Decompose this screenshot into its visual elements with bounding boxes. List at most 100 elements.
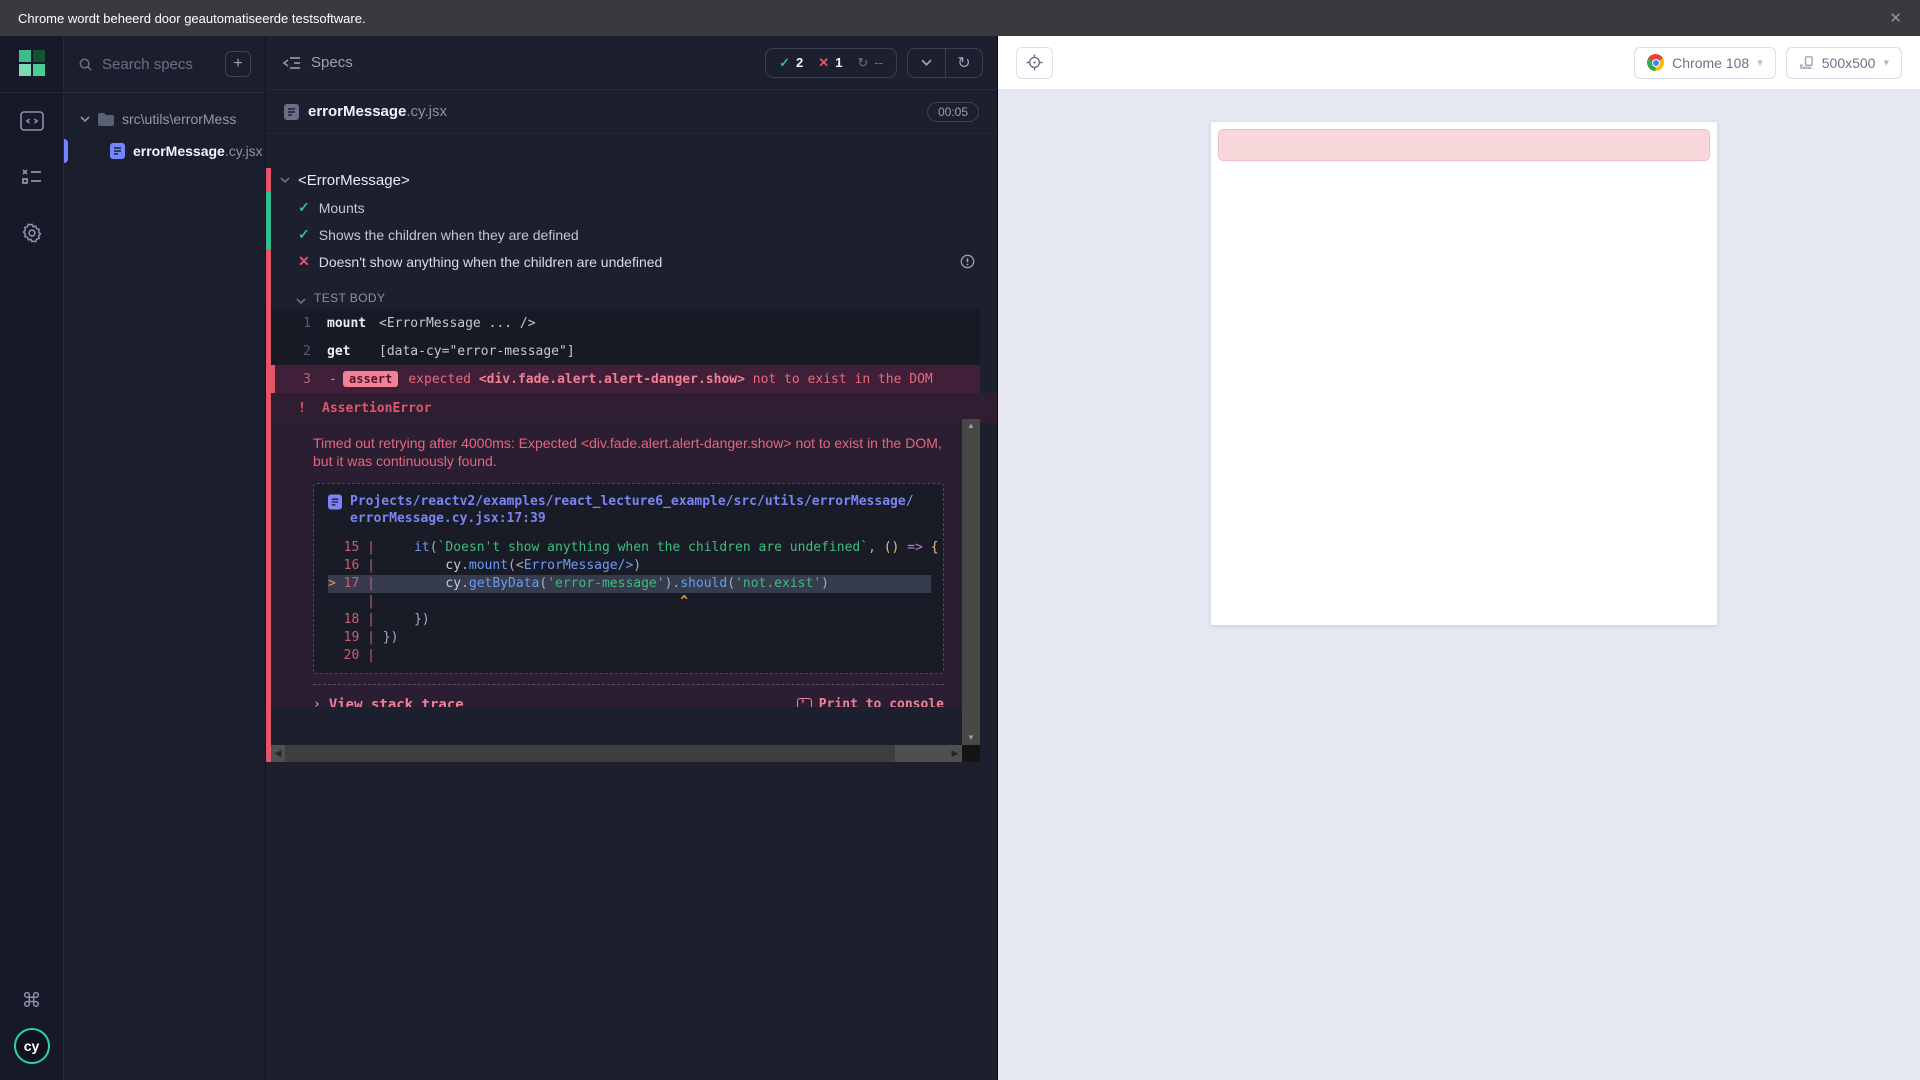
chevron-down-icon: ▾ — [1883, 56, 1889, 69]
failed-count: 1 — [835, 55, 842, 70]
selector-playground-button[interactable] — [1016, 47, 1053, 79]
pending-icon: ↻ — [857, 55, 868, 71]
test-stats: ✓ 2 ✕ 1 ↻ -- — [765, 48, 897, 78]
specs-icon[interactable] — [0, 93, 64, 149]
spec-name: errorMessage — [308, 103, 406, 120]
spec-doc-icon — [284, 104, 299, 120]
scrollbar-corner — [962, 745, 980, 762]
add-spec-button[interactable]: + — [225, 51, 251, 77]
command-row[interactable]: 2get[data-cy="error-message"] — [271, 337, 980, 365]
check-icon: ✓ — [298, 199, 310, 216]
code-line: 19 | }) — [328, 629, 931, 647]
failed-icon: ✕ — [818, 55, 829, 71]
test-body-label: TEST BODY — [314, 291, 385, 305]
spec-list-panel: + src\utils\errorMess errorMessage.cy.js… — [64, 36, 266, 1080]
code-line: 15 | it(`Doesn't show anything when the … — [328, 539, 931, 557]
test-label: Shows the children when they are defined — [319, 227, 579, 243]
passed-count: 2 — [796, 55, 803, 70]
test-row[interactable]: ✓ Shows the children when they are define… — [266, 221, 997, 248]
code-snippet: 15 | it(`Doesn't show anything when the … — [328, 539, 931, 665]
assertion-error-name: AssertionError — [322, 401, 432, 416]
test-row[interactable]: ✕ Doesn't show anything when the children… — [266, 248, 997, 275]
divider — [64, 92, 265, 93]
print-to-console-button[interactable]: Print to console — [797, 697, 944, 707]
file-ext: .cy.jsx — [225, 143, 263, 159]
cypress-badge[interactable]: cy — [14, 1028, 50, 1064]
close-icon[interactable]: ✕ — [1889, 9, 1902, 27]
cypress-logo-icon — [19, 50, 45, 76]
x-icon: ✕ — [298, 253, 310, 270]
duration-badge: 00:05 — [927, 102, 979, 122]
error-panel: Timed out retrying after 4000ms: Expecte… — [271, 423, 962, 707]
code-line: | ^ — [328, 593, 931, 611]
code-line: > 17 | cy.getByData('error-message').sho… — [328, 575, 931, 593]
file-link-icon — [328, 494, 342, 510]
status-strip-fail — [266, 249, 271, 762]
viewport-size-label: 500x500 — [1822, 55, 1876, 71]
spec-ext: .cy.jsx — [406, 103, 447, 120]
chevron-down-icon — [296, 298, 306, 305]
pending-count: -- — [874, 55, 883, 70]
browser-select[interactable]: Chrome 108 ▾ — [1634, 47, 1776, 79]
collapse-all-button[interactable] — [908, 49, 945, 77]
alert-danger-box — [1218, 129, 1710, 161]
search-icon — [78, 57, 93, 72]
reporter-panel: Specs ✓ 2 ✕ 1 ↻ -- ↻ errorMessage.cy.jsx 00… — [266, 36, 998, 1080]
view-stack-trace-button[interactable]: › View stack trace — [313, 697, 464, 708]
file-name: errorMessage — [133, 143, 225, 159]
spec-file-row[interactable]: errorMessage.cy.jsx — [64, 135, 265, 167]
command-row[interactable]: 1mount<ErrorMessage ... /> — [271, 309, 980, 337]
spec-title-row: errorMessage.cy.jsx 00:05 — [266, 90, 997, 134]
automation-banner: Chrome wordt beheerd door geautomatiseer… — [0, 0, 1920, 36]
icon-rail: ⌘ cy — [0, 36, 64, 1080]
spec-folder-row[interactable]: src\utils\errorMess — [64, 103, 265, 135]
scroll-thumb[interactable] — [285, 745, 895, 762]
aut-viewport — [1211, 122, 1717, 625]
search-specs-input[interactable] — [102, 56, 210, 73]
settings-gear-icon[interactable] — [0, 205, 64, 261]
assertion-error-row[interactable]: ! AssertionError — [266, 393, 997, 423]
test-row[interactable]: ✓ Mounts — [266, 194, 997, 221]
folder-icon — [98, 113, 114, 126]
chrome-logo-icon — [1647, 54, 1664, 71]
command-row[interactable]: 3-assertexpected <div.fade.alert.alert-d… — [271, 365, 980, 393]
rerun-button[interactable]: ↻ — [945, 49, 982, 77]
terminal-icon — [797, 698, 812, 708]
browser-select-label: Chrome 108 — [1672, 55, 1749, 71]
test-body-toggle[interactable]: TEST BODY — [266, 275, 997, 309]
assert-badge: assert — [343, 371, 398, 387]
chevron-down-icon — [280, 177, 290, 184]
error-mark: ! — [270, 401, 322, 416]
error-message: Timed out retrying after 4000ms: Expecte… — [313, 434, 944, 470]
aut-background — [998, 90, 1920, 1080]
crosshair-icon — [1026, 54, 1043, 71]
automation-message: Chrome wordt beheerd door geautomatiseer… — [18, 11, 366, 26]
collapse-specs-icon[interactable] — [282, 56, 301, 70]
keyboard-shortcuts-icon[interactable]: ⌘ — [0, 972, 64, 1028]
suite-row[interactable]: <ErrorMessage> — [266, 166, 997, 194]
test-label: Mounts — [319, 200, 365, 216]
test-label: Doesn't show anything when the children … — [319, 254, 663, 270]
horizontal-scrollbar[interactable]: ◀▶ — [271, 745, 962, 762]
passed-icon: ✓ — [779, 55, 790, 71]
viewport-size-select[interactable]: 500x500 ▾ — [1786, 47, 1902, 79]
code-frame: Projects/reactv2/examples/react_lecture6… — [313, 483, 944, 674]
command-log: 1mount<ErrorMessage ... />2get[data-cy="… — [271, 309, 980, 393]
chevron-down-icon: ▾ — [1757, 56, 1763, 69]
reporter-title: Specs — [311, 54, 353, 71]
check-icon: ✓ — [298, 226, 310, 243]
suite-title: <ErrorMessage> — [298, 172, 410, 189]
status-strip-fail — [266, 168, 271, 192]
status-strip-pass — [266, 192, 271, 249]
code-line: 18 | }) — [328, 611, 931, 629]
spec-file-icon — [110, 143, 125, 159]
folder-label: src\utils\errorMess — [122, 111, 236, 127]
vertical-scrollbar[interactable]: ▲▼ — [962, 419, 980, 745]
browser-pane: Chrome 108 ▾ 500x500 ▾ — [998, 36, 1920, 1080]
runs-checklist-icon[interactable] — [0, 149, 64, 205]
file-link[interactable]: Projects/reactv2/examples/react_lecture6… — [328, 493, 931, 527]
code-line: 20 | — [328, 647, 931, 665]
info-icon[interactable] — [960, 254, 975, 269]
ruler-icon — [1799, 55, 1814, 70]
selected-indicator — [64, 139, 68, 163]
